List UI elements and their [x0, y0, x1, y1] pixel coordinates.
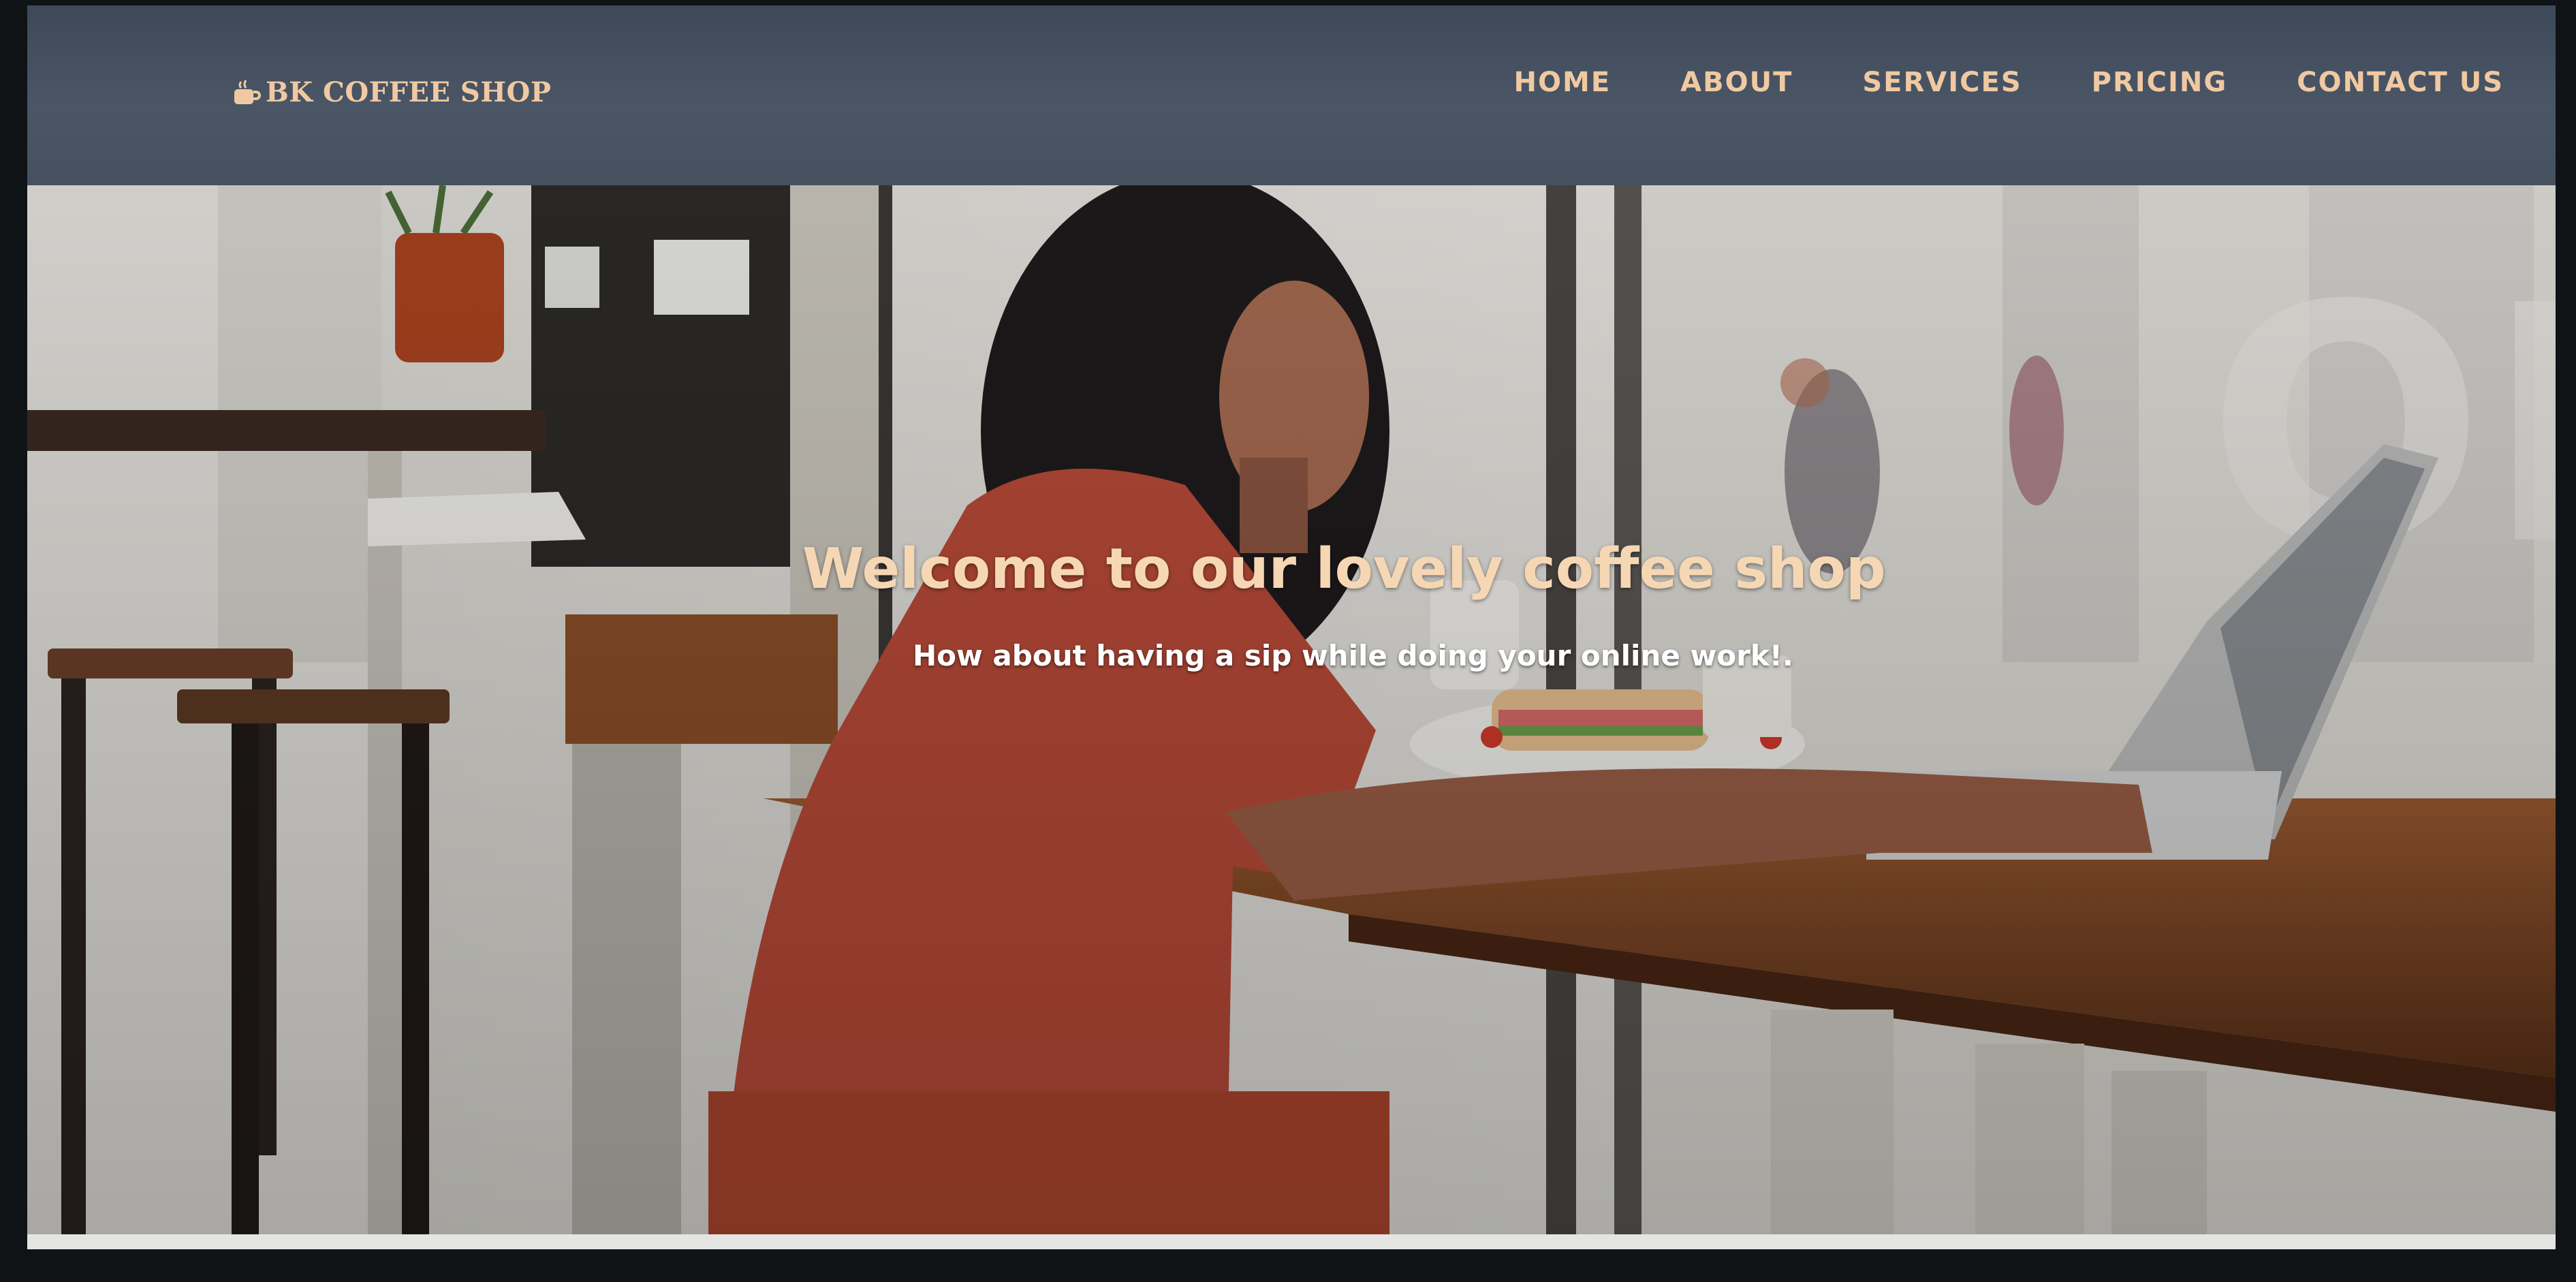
brand-logo[interactable]: BK COFFEE SHOP	[232, 76, 551, 108]
nav-menu: HOME ABOUT SERVICES PRICING CONTACT US	[1514, 67, 2504, 98]
brand-name: BK COFFEE SHOP	[266, 76, 552, 108]
screen-bottom-edge	[27, 1234, 2556, 1249]
hero-title: Welcome to our lovely coffee shop	[802, 537, 1886, 601]
nav-contact-us[interactable]: CONTACT US	[2297, 67, 2504, 98]
nav-about[interactable]: ABOUT	[1680, 67, 1793, 98]
nav-pricing[interactable]: PRICING	[2092, 67, 2228, 98]
coffee-cup-icon	[234, 79, 261, 104]
nav-home[interactable]: HOME	[1514, 67, 1612, 98]
navbar: BK COFFEE SHOP HOME ABOUT SERVICES PRICI…	[27, 5, 2556, 185]
hero-text-overlay: Welcome to our lovely coffee shop How ab…	[27, 185, 2556, 1234]
hero-section: OR	[27, 185, 2556, 1234]
nav-services[interactable]: SERVICES	[1862, 67, 2022, 98]
monitor-frame: BK COFFEE SHOP HOME ABOUT SERVICES PRICI…	[0, 0, 2576, 1282]
browser-viewport: BK COFFEE SHOP HOME ABOUT SERVICES PRICI…	[27, 5, 2556, 1249]
hero-subtitle: How about having a sip while doing your …	[913, 639, 1793, 672]
